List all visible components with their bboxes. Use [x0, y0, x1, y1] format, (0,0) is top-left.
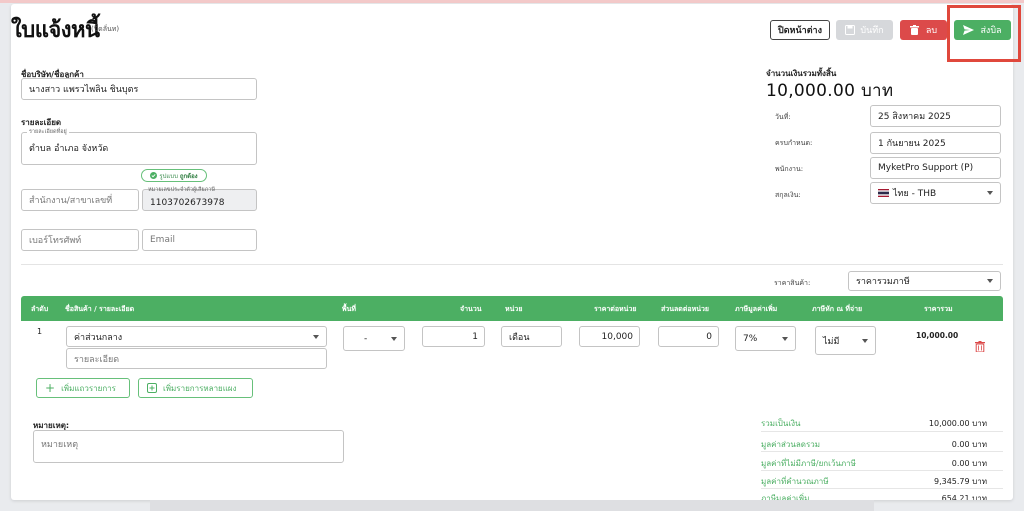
wht-select[interactable]: ไม่มี [815, 326, 876, 355]
subtotal-label: รวมเป็นเงิน [761, 419, 801, 428]
branch-input[interactable]: สำนักงาน/สาขาเลขที่ [21, 189, 139, 211]
total-amount-currency: บาท [860, 81, 894, 101]
totals-divider [761, 488, 1003, 489]
col-vat: ภาษีมูลค่าเพิ่ม [735, 305, 778, 313]
save-button[interactable]: บันทึก [836, 20, 893, 40]
chevron-down-icon [391, 336, 397, 341]
section-divider [21, 264, 1003, 265]
currency-select[interactable]: ไทย - THB [870, 182, 1001, 204]
total-amount-value: 10,000.00 บาท [766, 77, 893, 104]
vat-value: 7% [743, 333, 758, 344]
wht-value: ไม่มี [823, 336, 840, 347]
valid-status-badge: รูปแบบ ถูกต้อง [141, 169, 207, 182]
unit-input[interactable]: เดือน [501, 326, 562, 347]
date-label: วันที่: [775, 113, 791, 121]
chevron-down-icon [987, 191, 993, 195]
add-multiple-label: เพิ่มรายการหลายแผง [163, 383, 237, 393]
delete-row-icon[interactable] [975, 341, 985, 352]
quantity-input[interactable]: 1 [422, 326, 485, 347]
delete-label: ลบ [925, 26, 938, 36]
area-select[interactable]: - [343, 326, 405, 351]
notes-textarea[interactable]: หมายเหตุ [33, 430, 344, 463]
thai-flag-icon [878, 189, 889, 197]
col-wht: ภาษีหัก ณ ที่จ่าย [812, 305, 863, 313]
address-textarea[interactable]: ตำบล อำเภอ จังหวัด [21, 132, 257, 165]
save-icon [845, 25, 856, 35]
top-accent-line [0, 0, 1024, 3]
add-box-icon [147, 383, 157, 393]
add-multiple-rows-button[interactable]: เพิ่มรายการหลายแผง [138, 378, 253, 398]
phone-input[interactable]: เบอร์โทรศัพท์ [21, 229, 139, 251]
exempt-label: มูลค่าที่ไม่มีภาษี/ยกเว้นภาษี [761, 459, 856, 468]
discount-total-label: มูลค่าส่วนลดรวม [761, 440, 821, 449]
col-qty: จำนวน [460, 305, 482, 313]
row-number: 1 [37, 327, 43, 336]
save-label: บันทึก [860, 26, 884, 36]
currency-value: ไทย - THB [893, 189, 937, 199]
product-select[interactable]: ค่าส่วนกลาง [66, 326, 327, 347]
plus-icon: + [45, 381, 56, 395]
badge-prefix: รูปแบบ [159, 172, 178, 180]
total-amount-number: 10,000.00 [766, 81, 856, 101]
due-date-input[interactable]: 1 กันยายน 2025 [870, 132, 1001, 154]
close-tab-label: ปิดหน้าต่าง [778, 26, 822, 36]
date-input[interactable]: 25 สิงหาคม 2025 [870, 105, 1001, 127]
page-title: ใบแจ้งหนี้ [11, 18, 100, 43]
vat-select[interactable]: 7% [735, 326, 796, 351]
price-type-label: ราคาสินค้า: [774, 279, 811, 287]
col-area: พื้นที่ [342, 305, 357, 313]
add-row-label: เพิ่มแถวรายการ [61, 383, 116, 393]
chevron-down-icon [987, 279, 993, 283]
col-total: ราคารวม [924, 305, 953, 313]
currency-label: สกุลเงิน: [775, 191, 801, 199]
col-unit: หน่วย [505, 305, 523, 313]
staff-label: พนักงาน: [775, 165, 804, 173]
price-type-value: ราคารวมภาษี [856, 277, 910, 287]
company-input[interactable]: นางสาว แพรวไพลิน ชินบุตร [21, 78, 257, 100]
price-type-select[interactable]: ราคารวมภาษี [848, 271, 1001, 291]
discount-total-value: 0.00 บาท [951, 440, 987, 449]
staff-input[interactable]: MyketPro Support (P) [870, 157, 1001, 179]
totals-divider [761, 431, 1003, 432]
col-discount: ส่วนลดต่อหน่วย [661, 305, 710, 313]
trash-icon [909, 25, 919, 35]
taxable-value: 9,345.79 บาท [933, 477, 987, 486]
item-detail-input[interactable]: รายละเอียด [66, 348, 327, 369]
invoice-form-card: ใบแจ้งหนี้ (ปิดลั่นท) ปิดหน้าต่าง บันทึก… [11, 4, 1013, 500]
subtotal-value: 10,000.00 บาท [928, 419, 987, 428]
col-product: ชื่อสินค้า / รายละเอียด [65, 305, 135, 313]
send-button-highlight [947, 5, 1021, 62]
delete-button[interactable]: ลบ [900, 20, 947, 40]
exempt-value: 0.00 บาท [951, 459, 987, 468]
check-circle-icon [150, 172, 158, 179]
taxable-label: มูลค่าที่คำนวณภาษี [761, 477, 829, 486]
chevron-down-icon [313, 334, 319, 339]
vat-total-value: 654.21 บาท [941, 494, 987, 500]
discount-input[interactable]: 0 [658, 326, 719, 347]
totals-divider [761, 470, 1003, 471]
totals-divider [761, 451, 1003, 452]
vat-total-label: ภาษีมูลค่าเพิ่ม [761, 494, 810, 500]
add-row-button[interactable]: + เพิ่มแถวรายการ [36, 378, 130, 398]
close-tab-button[interactable]: ปิดหน้าต่าง [770, 20, 830, 40]
page-subtitle: (ปิดลั่นท) [91, 25, 120, 33]
address-floating-label: รายละเอียดที่อยู่ [27, 128, 69, 136]
due-date-label: ครบกำหนด: [775, 139, 813, 147]
tax-id-floating-label: หมายเลขประจำตัวผู้เสียภาษี [148, 187, 215, 193]
chevron-down-icon [782, 336, 788, 341]
unit-price-input[interactable]: 10,000 [579, 326, 640, 347]
col-unit-price: ราคาต่อหน่วย [594, 305, 637, 313]
col-no: ลำดับ [31, 305, 49, 313]
product-value: ค่าส่วนกลาง [74, 332, 123, 343]
chevron-down-icon [862, 338, 868, 343]
bottom-shadow-bar [150, 500, 874, 511]
email-input[interactable]: Email [142, 229, 257, 251]
row-total: 10,000.00 [916, 331, 959, 340]
badge-value: ถูกต้อง [179, 172, 198, 180]
items-table-header: ลำดับ ชื่อสินค้า / รายละเอียด พื้นที่ จำ… [21, 296, 1003, 321]
area-value: - [364, 333, 368, 344]
